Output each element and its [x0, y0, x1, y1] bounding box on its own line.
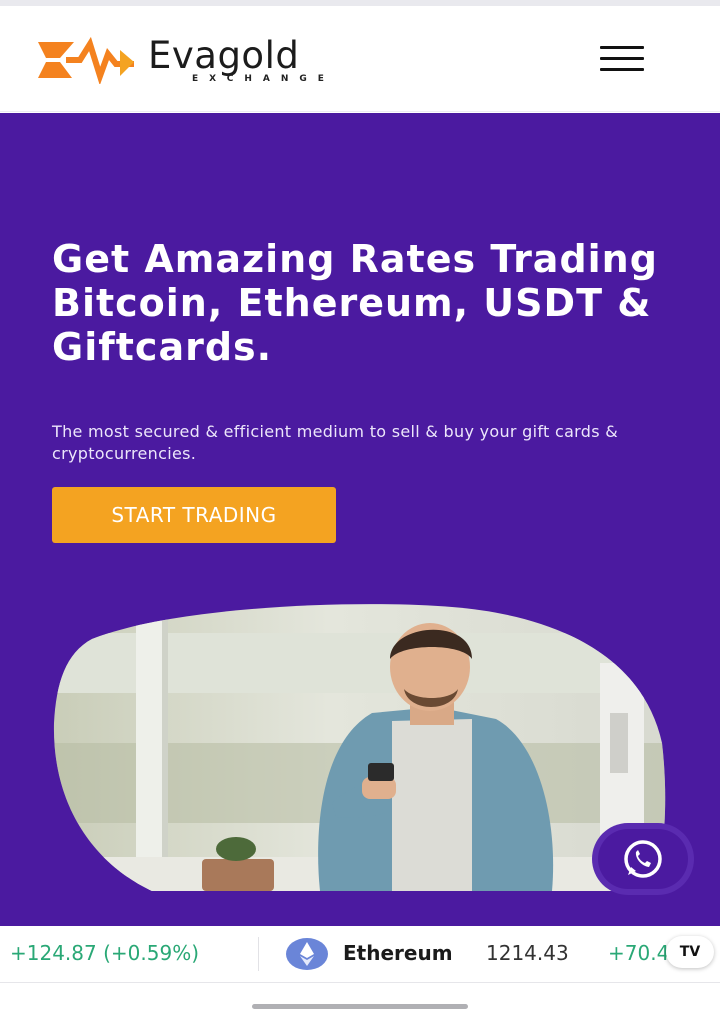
ticker-divider — [258, 937, 259, 971]
man-using-smartphone-photo — [53, 604, 666, 891]
ethereum-icon — [286, 938, 328, 970]
ticker-ethereum-price: 1214.43 — [486, 941, 569, 965]
hero-title: Get Amazing Rates Trading Bitcoin, Ether… — [52, 237, 658, 369]
whatsapp-icon — [624, 840, 662, 878]
site-header: Evagold EXCHANGE — [0, 6, 720, 112]
ticker-change-previous: +124.87 (+0.59%) — [10, 941, 199, 965]
tradingview-badge[interactable]: TV — [666, 936, 714, 968]
evagold-logo-mark-icon — [38, 36, 134, 84]
hero-section: Get Amazing Rates Trading Bitcoin, Ether… — [0, 113, 720, 926]
hamburger-menu-icon[interactable] — [600, 46, 644, 76]
start-trading-button[interactable]: START TRADING — [52, 487, 336, 543]
brand-logo[interactable]: Evagold EXCHANGE — [36, 34, 346, 94]
whatsapp-chat-button[interactable] — [598, 829, 688, 889]
home-indicator — [252, 1004, 468, 1009]
hero-subtitle: The most secured & efficient medium to s… — [52, 422, 619, 463]
brand-tagline: EXCHANGE — [192, 74, 335, 84]
ticker-ethereum-name: Ethereum — [343, 941, 453, 965]
crypto-price-ticker[interactable]: +124.87 (+0.59%) Ethereum 1214.43 +70.4 — [0, 927, 720, 983]
brand-name: Evagold — [148, 34, 300, 77]
ticker-ethereum-change: +70.4 — [608, 941, 670, 965]
